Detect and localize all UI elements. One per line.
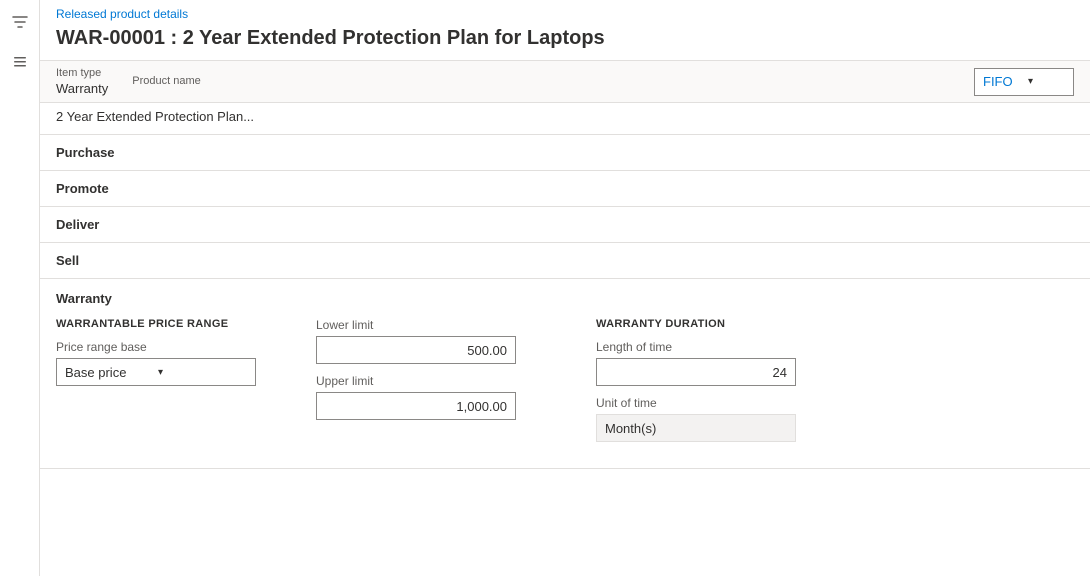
fifo-chevron: ▾ (1028, 76, 1065, 87)
price-range-base-dropdown[interactable]: Base price ▾ (56, 358, 256, 386)
breadcrumb-link[interactable]: Released product details (56, 7, 188, 21)
price-range-base-field: Price range base Base price ▾ (56, 340, 256, 386)
unit-of-time-value: Month(s) (596, 414, 796, 442)
section-deliver[interactable]: Deliver (40, 207, 1090, 243)
warranty-section-title: Warranty (56, 291, 1074, 306)
section-promote-label: Promote (56, 181, 109, 196)
section-sell-label: Sell (56, 253, 79, 268)
warranty-duration-title: WARRANTY DURATION (596, 318, 796, 330)
hamburger-icon[interactable] (6, 48, 34, 76)
section-sell[interactable]: Sell (40, 243, 1090, 279)
length-of-time-field: Length of time (596, 340, 796, 386)
section-promote[interactable]: Promote (40, 171, 1090, 207)
price-range-base-label: Price range base (56, 340, 256, 354)
upper-limit-label: Upper limit (316, 374, 516, 388)
product-name-header-field: Product name (132, 75, 200, 89)
product-name-value: 2 Year Extended Protection Plan... (56, 109, 254, 124)
product-name-row: 2 Year Extended Protection Plan... (40, 103, 1090, 135)
content-area: Item type Warranty Product name FIFO ▾ 2… (40, 60, 1090, 576)
lower-limit-input[interactable] (316, 336, 516, 364)
warranty-duration-group: WARRANTY DURATION Length of time Unit of… (596, 318, 796, 452)
warrantable-price-range-title: WARRANTABLE PRICE RANGE (56, 318, 256, 330)
main-content: Released product details WAR-00001 : 2 Y… (40, 0, 1090, 576)
page-title: WAR-00001 : 2 Year Extended Protection P… (40, 23, 1090, 60)
item-type-label: Item type (56, 67, 108, 79)
length-of-time-label: Length of time (596, 340, 796, 354)
section-purchase[interactable]: Purchase (40, 135, 1090, 171)
upper-limit-field: Upper limit (316, 374, 516, 420)
unit-of-time-field: Unit of time Month(s) (596, 396, 796, 442)
warrantable-price-range-group: WARRANTABLE PRICE RANGE Price range base… (56, 318, 256, 396)
product-name-header-label: Product name (132, 75, 200, 87)
section-deliver-label: Deliver (56, 217, 99, 232)
top-row: Item type Warranty Product name FIFO ▾ (40, 60, 1090, 103)
filter-icon[interactable] (6, 8, 34, 36)
unit-of-time-label: Unit of time (596, 396, 796, 410)
lower-limit-field: Lower limit (316, 318, 516, 364)
price-range-base-chevron: ▾ (158, 367, 247, 378)
limits-group: Lower limit Upper limit (316, 318, 516, 430)
price-range-base-value: Base price (65, 365, 154, 380)
warranty-fields: WARRANTABLE PRICE RANGE Price range base… (56, 318, 1074, 452)
left-rail (0, 0, 40, 576)
section-purchase-label: Purchase (56, 145, 115, 160)
fifo-value: FIFO (983, 74, 1020, 89)
upper-limit-input[interactable] (316, 392, 516, 420)
item-type-field: Item type Warranty (56, 67, 108, 96)
length-of-time-input[interactable] (596, 358, 796, 386)
item-type-value: Warranty (56, 81, 108, 96)
fifo-dropdown[interactable]: FIFO ▾ (974, 68, 1074, 96)
lower-limit-label: Lower limit (316, 318, 516, 332)
warranty-section: Warranty WARRANTABLE PRICE RANGE Price r… (40, 279, 1090, 469)
breadcrumb: Released product details (40, 0, 1090, 23)
